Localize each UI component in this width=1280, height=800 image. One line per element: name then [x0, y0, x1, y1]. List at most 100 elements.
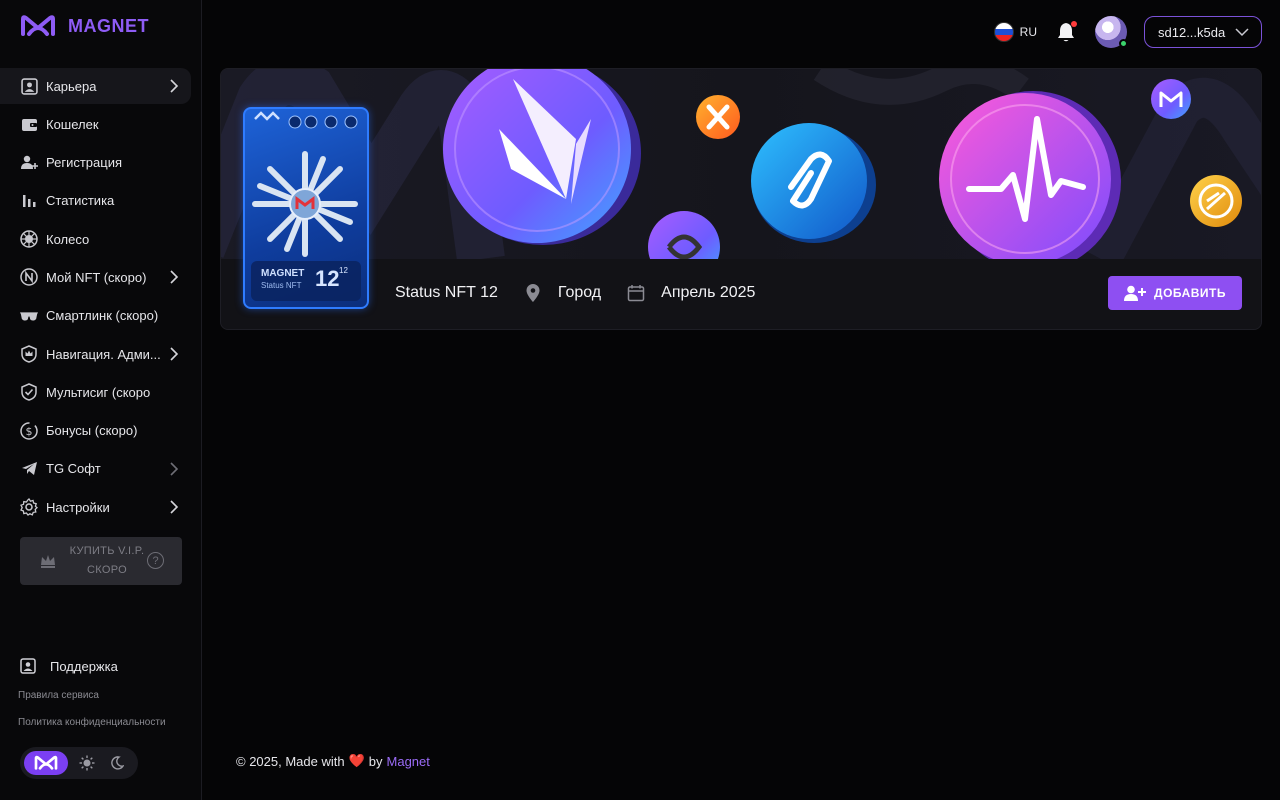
glasses-icon [20, 307, 38, 325]
logo[interactable]: MAGNET [20, 14, 149, 38]
heart-icon: ❤️ [348, 753, 365, 768]
footer-by: by [368, 753, 383, 769]
sun-icon [79, 755, 95, 771]
calendar-icon [627, 284, 645, 302]
notification-dot [1071, 21, 1077, 27]
sidebar-item-label: Карьера [46, 78, 97, 94]
theme-magnet-button[interactable] [24, 751, 68, 775]
dollar-coin-icon: $ [20, 421, 38, 440]
privacy-link[interactable]: Политика конфиденциальности [18, 717, 166, 728]
brand-name: MAGNET [68, 15, 149, 36]
sidebar-item-3[interactable]: Регистрация [11, 145, 191, 181]
sidebar-item-label: Навигация. Адми... [46, 346, 161, 362]
user-add-icon [20, 154, 38, 172]
theme-dark-button[interactable] [106, 752, 128, 774]
profile-banner [221, 69, 1261, 259]
wallet-address: sd12...k5da [1158, 24, 1226, 40]
city-label: Город [557, 284, 602, 301]
sidebar-item-8[interactable]: Навигация. Адми... [11, 336, 191, 372]
add-button[interactable]: ДОБАВИТЬ [1108, 276, 1242, 310]
sidebar-nav: Карьера Кошелек Регистрация Статистика Колес… [0, 68, 202, 528]
sidebar-item-label: Колесо [46, 231, 90, 247]
russia-flag-icon [993, 22, 1014, 42]
nft-level: 12 [315, 266, 340, 291]
shield-check-icon [20, 383, 38, 402]
vip-label: КУПИТЬ V.I.P. СКОРО [66, 542, 148, 580]
location-pin-icon [524, 284, 542, 302]
notifications-button[interactable] [1055, 21, 1077, 43]
sidebar-item-label: Мой NFT (скоро) [46, 269, 147, 285]
profile-card: MAGNET Status NFT 12 12 Status NFT 12 Го… [220, 68, 1262, 330]
profile-info: Status NFT 12 Город Апрель 2025 [395, 276, 781, 310]
support-link[interactable]: Поддержка [20, 658, 118, 674]
sidebar-item-4[interactable]: Статистика [11, 183, 191, 219]
vip-line-2: СКОРО [87, 564, 127, 576]
nft-icon [20, 268, 38, 287]
sidebar-item-label: Статистика [46, 193, 115, 209]
crown-shield-icon [20, 345, 38, 363]
footer-text: © 2025, Made with [236, 753, 345, 769]
theme-switcher [20, 747, 138, 779]
support-icon [20, 658, 36, 674]
help-icon[interactable]: ? [147, 552, 164, 569]
chevron-right-icon [170, 270, 179, 285]
nft-card-footer: MAGNET Status NFT 12 12 [251, 261, 361, 301]
sidebar-item-label: Смартлинк (скоро) [46, 308, 159, 324]
gear-icon [20, 498, 38, 517]
sidebar-item-label: Кошелек [46, 116, 99, 132]
chevron-down-icon [1235, 28, 1249, 37]
user-card-icon [20, 77, 38, 95]
add-button-label: ДОБАВИТЬ [1154, 286, 1226, 300]
status-label: Status NFT 12 [395, 284, 498, 301]
wallet-dropdown[interactable]: sd12...k5da [1144, 16, 1262, 48]
sidebar-item-11[interactable]: TG Софт [11, 451, 191, 487]
sidebar-item-label: Бонусы (скоро) [46, 423, 138, 439]
chevron-right-icon [170, 347, 179, 361]
add-user-icon [1124, 285, 1147, 301]
avatar[interactable] [1095, 16, 1128, 48]
sidebar-item-6[interactable]: Мой NFT (скоро) [11, 259, 191, 295]
online-status-dot [1119, 39, 1128, 48]
banner-artwork [221, 69, 1261, 259]
nft-level-sup: 12 [339, 266, 348, 275]
nft-subtitle: Status NFT [261, 281, 302, 290]
buy-vip-button[interactable]: КУПИТЬ V.I.P. СКОРО ? [20, 537, 182, 585]
page-footer: © 2025, Made with ❤️ by Magnet [236, 753, 430, 769]
chevron-right-icon [170, 500, 179, 514]
sidebar-item-label: Регистрация [46, 155, 122, 171]
chevron-right-icon [170, 462, 179, 476]
wallet-icon [20, 115, 38, 133]
sidebar-item-12[interactable]: Настройки [11, 489, 191, 525]
language-selector[interactable]: RU [993, 22, 1037, 42]
bar-chart-icon [20, 192, 38, 210]
sidebar-item-1[interactable]: Карьера [0, 68, 191, 104]
sidebar-item-2[interactable]: Кошелек [11, 106, 191, 142]
sidebar-item-5[interactable]: Колесо [11, 221, 191, 257]
telegram-icon [20, 460, 38, 478]
magnet-logo-icon [21, 15, 55, 36]
support-label: Поддержка [50, 658, 118, 674]
svg-text:$: $ [26, 425, 33, 438]
nft-artwork [252, 111, 358, 257]
terms-link[interactable]: Правила сервиса [18, 690, 99, 701]
sidebar-item-10[interactable]: $ Бонусы (скоро) [11, 413, 191, 449]
sidebar-item-7[interactable]: Смартлинк (скоро) [11, 298, 191, 334]
magnet-theme-icon [34, 755, 58, 770]
sidebar-item-9[interactable]: Мультисиг (скоро [11, 374, 191, 410]
top-bar: RU sd12...k5da [993, 16, 1262, 48]
theme-light-button[interactable] [76, 752, 98, 774]
status-item: Status NFT 12 [395, 284, 498, 302]
moon-icon [111, 756, 124, 770]
crown-icon [41, 555, 55, 568]
chevron-right-icon [170, 79, 179, 93]
sidebar-item-label: TG Софт [46, 461, 101, 477]
nft-card[interactable]: MAGNET Status NFT 12 12 [243, 107, 369, 309]
wheel-icon [20, 230, 38, 248]
date-item: Апрель 2025 [627, 284, 755, 302]
language-label: RU [1019, 25, 1037, 39]
sidebar-item-label: Мультисиг (скоро [46, 384, 151, 400]
nft-brand: MAGNET [261, 268, 305, 279]
magnet-link[interactable]: Magnet [387, 754, 430, 769]
city-item: Город [524, 284, 601, 302]
sidebar-item-label: Настройки [46, 499, 110, 515]
